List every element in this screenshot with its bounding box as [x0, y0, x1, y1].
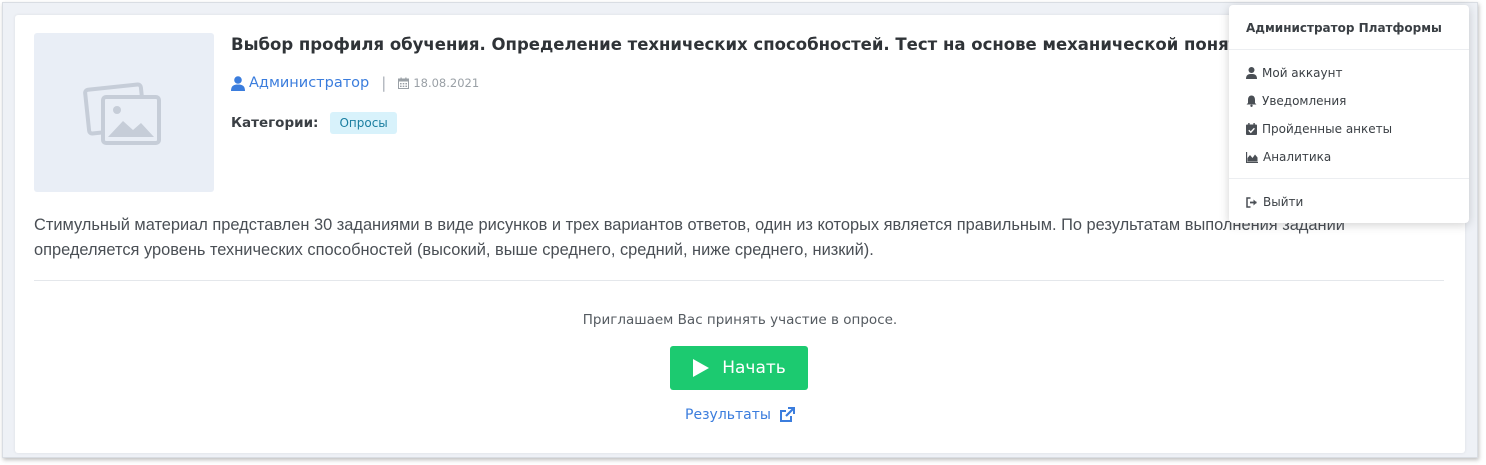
menu-item-my-account[interactable]: Мой аккаунт: [1246, 66, 1342, 80]
user-dropdown-menu: Администратор Платформы Мой аккаунт Увед…: [1229, 5, 1469, 223]
divider: [34, 280, 1444, 281]
category-badge[interactable]: Опросы: [330, 112, 397, 134]
post-date: 18.08.2021: [398, 76, 479, 90]
author-link[interactable]: Администратор: [231, 75, 369, 91]
start-button[interactable]: Начать: [670, 346, 808, 390]
menu-item-logout[interactable]: Выйти: [1246, 195, 1303, 209]
menu-item-notifications[interactable]: Уведомления: [1246, 94, 1346, 108]
menu-item-label: Мой аккаунт: [1262, 66, 1343, 80]
start-button-label: Начать: [722, 358, 786, 378]
results-link[interactable]: Результаты: [15, 407, 1465, 423]
external-link-icon: [779, 407, 795, 422]
user-icon: [231, 75, 245, 91]
menu-divider: [1229, 49, 1469, 50]
menu-item-label: Аналитика: [1263, 150, 1332, 164]
bell-icon: [1246, 95, 1257, 107]
results-link-label: Результаты: [685, 407, 771, 423]
meta-separator: |: [381, 74, 387, 92]
categories: Категории: Опросы: [231, 112, 397, 134]
image-placeholder-icon: [83, 81, 161, 145]
survey-invite-text: Приглашаем Вас принять участие в опросе.: [582, 312, 898, 328]
menu-item-label: Уведомления: [1262, 94, 1347, 108]
sign-out-icon: [1246, 196, 1257, 208]
calendar-icon: [398, 77, 410, 89]
menu-item-analytics[interactable]: Аналитика: [1246, 150, 1331, 164]
user-icon: [1246, 67, 1257, 79]
user-menu-header: Администратор Платформы: [1246, 21, 1442, 35]
play-icon: [693, 359, 710, 377]
author-name: Администратор: [249, 75, 370, 91]
categories-label: Категории:: [231, 115, 319, 131]
post-date-text: 18.08.2021: [413, 76, 480, 90]
logout-label: Выйти: [1263, 195, 1304, 209]
menu-item-label: Пройденные анкеты: [1262, 122, 1393, 136]
post-meta: Администратор | 18.08.2021: [231, 74, 479, 92]
post-thumbnail: [34, 33, 214, 192]
menu-item-completed-surveys[interactable]: Пройденные анкеты: [1246, 122, 1392, 136]
area-chart-icon: [1246, 151, 1258, 163]
menu-divider: [1229, 178, 1469, 179]
calendar-check-icon: [1246, 123, 1257, 135]
